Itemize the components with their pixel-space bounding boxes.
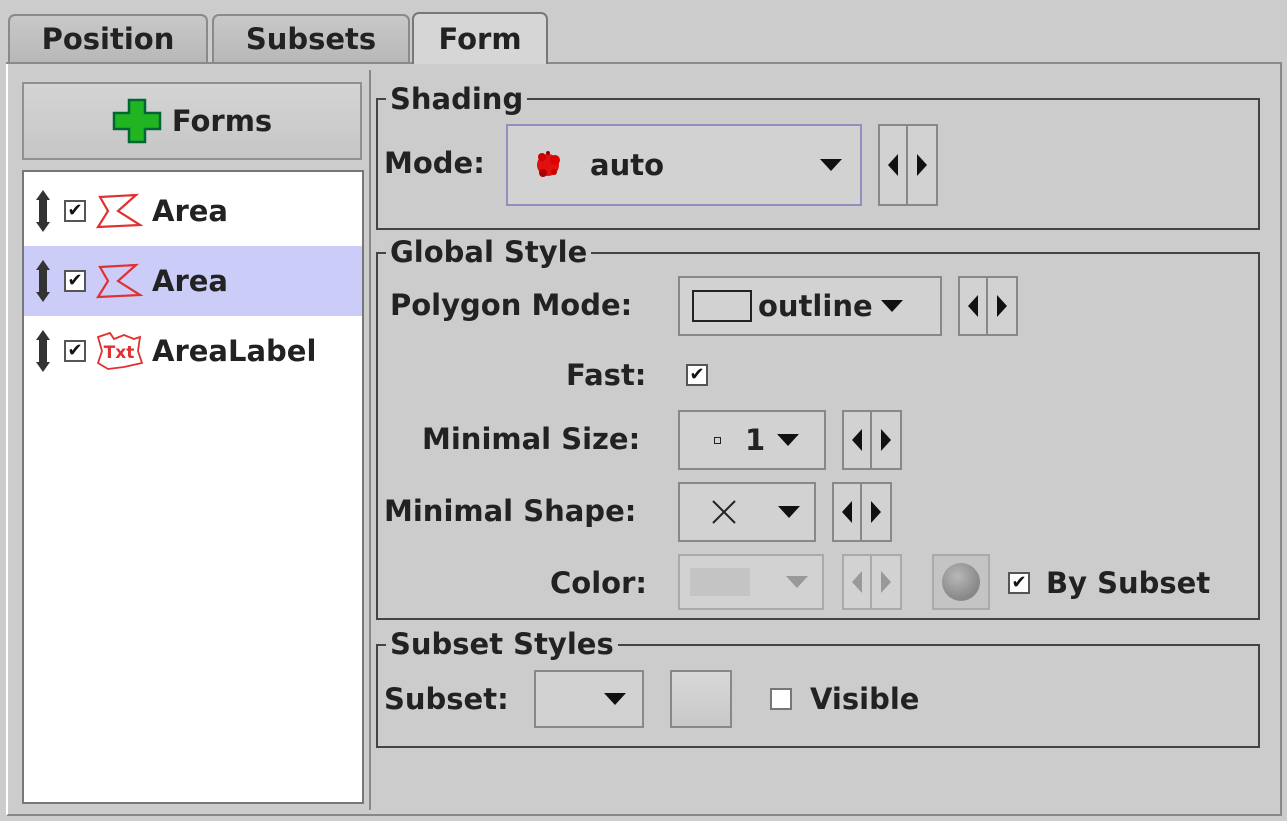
fast-checkbox[interactable]: ✔ <box>686 364 708 386</box>
area-form-icon <box>95 193 144 229</box>
layer-label: AreaLabel <box>152 334 317 368</box>
tab-form-label: Form <box>438 22 522 56</box>
next-arrow-icon[interactable] <box>872 410 902 470</box>
subset-style-button[interactable] <box>670 670 732 728</box>
minimal-size-label: Minimal Size: <box>422 422 641 456</box>
layer-visible-checkbox[interactable]: ✔ <box>64 270 86 292</box>
polygon-mode-combo[interactable]: outline <box>678 276 942 336</box>
layer-list: ✔ Area ✔ Area ✔ Txt AreaLabel <box>22 170 364 804</box>
add-forms-button[interactable]: Forms <box>22 82 362 160</box>
forms-button-label: Forms <box>171 104 273 138</box>
color-stepper <box>842 554 902 610</box>
visible-checkbox[interactable] <box>770 688 792 710</box>
tab-subsets[interactable]: Subsets <box>212 14 410 62</box>
color-label: Color: <box>550 566 647 600</box>
layer-label: Area <box>152 194 228 228</box>
fast-label: Fast: <box>566 358 647 392</box>
cross-marker-icon <box>712 500 736 524</box>
outline-swatch-icon <box>692 290 752 322</box>
previous-arrow-icon[interactable] <box>832 482 862 542</box>
layer-row[interactable]: ✔ Area <box>24 176 362 246</box>
chevron-down-icon <box>880 300 903 312</box>
layer-label: Area <box>152 264 228 298</box>
drag-handle-icon[interactable] <box>28 326 58 376</box>
drag-handle-icon[interactable] <box>28 256 58 306</box>
layer-visible-checkbox[interactable]: ✔ <box>64 340 86 362</box>
chevron-down-icon <box>786 576 808 588</box>
minimal-size-stepper[interactable] <box>842 410 902 470</box>
shading-title: Shading <box>386 82 528 116</box>
chevron-down-icon <box>778 506 800 518</box>
layer-row[interactable]: ✔ Txt AreaLabel <box>24 316 362 386</box>
minimal-shape-label: Minimal Shape: <box>384 494 637 528</box>
panel-divider <box>369 70 371 810</box>
area-form-icon <box>95 263 144 299</box>
shading-mode-stepper[interactable] <box>878 124 938 206</box>
minimal-shape-combo[interactable] <box>678 482 816 542</box>
layer-row[interactable]: ✔ Area <box>24 246 362 316</box>
plus-icon <box>112 98 162 144</box>
chevron-down-icon <box>820 159 842 171</box>
by-subset-label: By Subset <box>1046 566 1211 600</box>
polygon-mode-value: outline <box>758 289 873 323</box>
shading-mode-combo[interactable]: auto <box>506 124 862 206</box>
color-wheel-icon <box>942 563 980 601</box>
text-label-icon: Txt <box>96 331 144 370</box>
subset-styles-title: Subset Styles <box>386 627 618 661</box>
tab-subsets-label: Subsets <box>245 22 377 56</box>
subset-combo[interactable] <box>534 670 644 728</box>
layer-visible-checkbox[interactable]: ✔ <box>64 200 86 222</box>
next-arrow-icon[interactable] <box>908 124 938 206</box>
previous-arrow-icon <box>842 554 872 610</box>
minimal-size-combo[interactable]: 1 <box>678 410 826 470</box>
next-arrow-icon <box>872 554 902 610</box>
global-style-title: Global Style <box>386 235 592 269</box>
by-subset-checkbox[interactable]: ✔ <box>1008 572 1030 594</box>
drag-handle-icon[interactable] <box>28 186 58 236</box>
red-blob-icon <box>537 151 560 177</box>
tab-position-label: Position <box>41 22 175 56</box>
chevron-down-icon <box>604 693 626 705</box>
previous-arrow-icon[interactable] <box>958 276 988 336</box>
color-swatch <box>690 568 750 596</box>
polygon-mode-label: Polygon Mode: <box>390 288 633 322</box>
subset-label: Subset: <box>384 682 509 716</box>
polygon-mode-stepper[interactable] <box>958 276 1018 336</box>
next-arrow-icon[interactable] <box>862 482 892 542</box>
shading-mode-value: auto <box>590 148 665 182</box>
previous-arrow-icon[interactable] <box>878 124 908 206</box>
svg-text:Txt: Txt <box>104 343 135 363</box>
visible-label: Visible <box>810 682 920 716</box>
minimal-shape-stepper[interactable] <box>832 482 892 542</box>
mode-label: Mode: <box>384 146 485 180</box>
color-combo <box>678 554 824 610</box>
previous-arrow-icon[interactable] <box>842 410 872 470</box>
color-picker-button <box>932 554 990 610</box>
tab-position[interactable]: Position <box>8 14 208 62</box>
minimal-size-value: 1 <box>745 423 766 457</box>
next-arrow-icon[interactable] <box>988 276 1018 336</box>
chevron-down-icon <box>777 434 800 446</box>
point-marker-icon <box>714 436 721 444</box>
tab-form[interactable]: Form <box>412 12 548 64</box>
